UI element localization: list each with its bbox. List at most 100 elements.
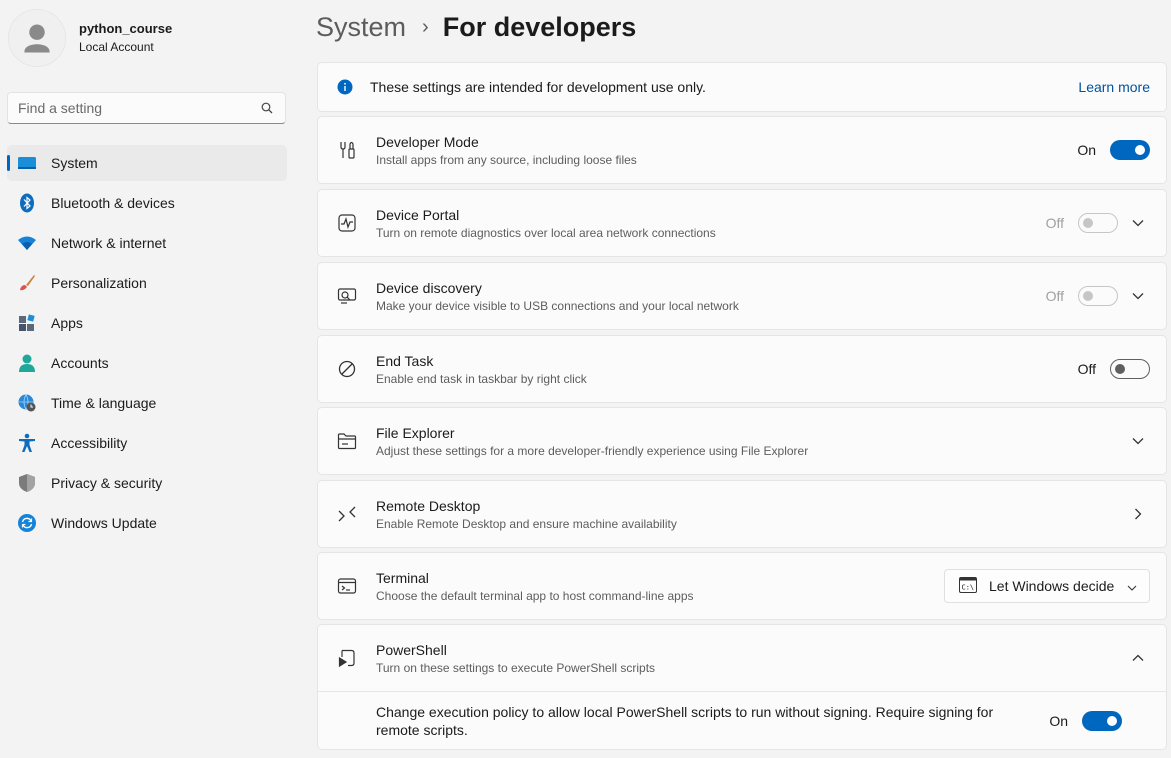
nav-label-bluetooth: Bluetooth & devices: [51, 195, 175, 211]
search-box[interactable]: [7, 92, 286, 124]
execution-policy-row: Change execution policy to allow local P…: [318, 692, 1166, 749]
bluetooth-icon: [17, 193, 37, 213]
accounts-icon: [17, 353, 37, 373]
powershell-title: PowerShell: [376, 641, 447, 658]
sidebar: python_course Local Account System Bluet…: [0, 0, 300, 758]
nav-label-privacy-security: Privacy & security: [51, 475, 163, 491]
accessibility-icon: [17, 433, 37, 453]
svg-text:C:\: C:\: [962, 583, 975, 591]
avatar[interactable]: [8, 9, 66, 67]
wifi-icon: [17, 233, 37, 253]
nav-label-time-language: Time & language: [51, 395, 157, 411]
account-type: Local Account: [79, 40, 154, 54]
nav-item-accounts[interactable]: Accounts: [7, 345, 287, 381]
nav-item-bluetooth[interactable]: Bluetooth & devices: [7, 185, 287, 221]
nav-label-accessibility: Accessibility: [51, 435, 128, 451]
execution-policy-toggle[interactable]: [1082, 710, 1122, 731]
developer-mode-state: On: [1077, 142, 1096, 158]
info-icon: [334, 76, 356, 98]
device-portal-subtitle: Turn on remote diagnostics over local ar…: [376, 225, 716, 240]
nav-label-personalization: Personalization: [51, 275, 147, 291]
brush-icon: [17, 273, 37, 293]
shield-icon: [17, 473, 37, 493]
info-text: These settings are intended for developm…: [370, 79, 706, 95]
remote-desktop-subtitle: Enable Remote Desktop and ensure machine…: [376, 516, 677, 531]
page-title: For developers: [442, 11, 637, 42]
powershell-card: PowerShell Turn on these settings to exe…: [317, 624, 1167, 750]
terminal-app-dropdown[interactable]: C:\ Let Windows decide: [944, 569, 1150, 603]
device-discovery-title: Device discovery: [376, 279, 482, 296]
nav-item-apps[interactable]: Apps: [7, 305, 287, 341]
pulse-monitor-icon: [336, 212, 358, 234]
execution-policy-state: On: [1049, 712, 1068, 729]
developer-mode-subtitle: Install apps from any source, including …: [376, 152, 637, 167]
remote-desktop-icon: [336, 503, 358, 525]
update-icon: [17, 513, 37, 533]
execution-policy-text: Change execution policy to allow local P…: [376, 703, 994, 738]
info-banner: These settings are intended for developm…: [317, 62, 1167, 112]
chevron-down-icon: [1127, 578, 1137, 594]
device-discovery-subtitle: Make your device visible to USB connecti…: [376, 298, 739, 313]
search-icon[interactable]: [259, 100, 275, 116]
chevron-down-icon[interactable]: [1126, 211, 1150, 235]
device-portal-card[interactable]: Device Portal Turn on remote diagnostics…: [317, 189, 1167, 257]
developer-tools-icon: [336, 139, 358, 161]
user-name: python_course: [79, 21, 173, 36]
end-task-card: End Task Enable end task in taskbar by r…: [317, 335, 1167, 403]
nav-label-windows-update: Windows Update: [51, 515, 157, 531]
end-task-state: Off: [1077, 361, 1096, 377]
terminal-subtitle: Choose the default terminal app to host …: [376, 588, 694, 603]
globe-clock-icon: [17, 393, 37, 413]
chevron-down-icon[interactable]: [1126, 284, 1150, 308]
chevron-down-icon[interactable]: [1126, 429, 1150, 453]
block-icon: [336, 358, 358, 380]
remote-desktop-card[interactable]: Remote Desktop Enable Remote Desktop and…: [317, 480, 1167, 548]
end-task-subtitle: Enable end task in taskbar by right clic…: [376, 371, 587, 386]
nav-label-network: Network & internet: [51, 235, 167, 251]
powershell-subtitle: Turn on these settings to execute PowerS…: [376, 660, 656, 675]
developer-mode-card: Developer Mode Install apps from any sou…: [317, 116, 1167, 184]
end-task-title: End Task: [376, 352, 434, 369]
powershell-icon: [336, 647, 358, 669]
command-prompt-icon: C:\: [959, 576, 977, 596]
user-profile[interactable]: python_course Local Account: [8, 9, 172, 67]
nav-item-time-language[interactable]: Time & language: [7, 385, 287, 421]
nav-item-system[interactable]: System: [7, 145, 287, 181]
chevron-right-icon[interactable]: [1126, 502, 1150, 526]
powershell-header[interactable]: PowerShell Turn on these settings to exe…: [318, 625, 1166, 691]
search-input[interactable]: [18, 100, 259, 116]
nav-item-privacy-security[interactable]: Privacy & security: [7, 465, 287, 501]
device-search-icon: [336, 285, 358, 307]
file-explorer-card[interactable]: File Explorer Adjust these settings for …: [317, 407, 1167, 475]
system-icon: [17, 153, 37, 173]
device-discovery-card[interactable]: Device discovery Make your device visibl…: [317, 262, 1167, 330]
breadcrumb-parent[interactable]: System: [316, 12, 406, 43]
nav-list: System Bluetooth & devices Network & int…: [7, 145, 287, 545]
device-portal-state: Off: [1045, 215, 1064, 231]
device-discovery-state: Off: [1045, 288, 1064, 304]
breadcrumb-separator: ›: [422, 15, 429, 38]
breadcrumb: System › For developers: [316, 8, 636, 46]
device-portal-title: Device Portal: [376, 206, 460, 223]
device-discovery-toggle[interactable]: [1078, 286, 1118, 306]
developer-mode-title: Developer Mode: [376, 133, 479, 150]
terminal-card: Terminal Choose the default terminal app…: [317, 552, 1167, 620]
learn-more-link[interactable]: Learn more: [1078, 79, 1150, 95]
nav-item-personalization[interactable]: Personalization: [7, 265, 287, 301]
nav-item-network[interactable]: Network & internet: [7, 225, 287, 261]
terminal-title: Terminal: [376, 569, 429, 586]
nav-item-accessibility[interactable]: Accessibility: [7, 425, 287, 461]
apps-icon: [17, 313, 37, 333]
file-explorer-title: File Explorer: [376, 424, 455, 441]
nav-label-system: System: [51, 155, 98, 171]
end-task-toggle[interactable]: [1110, 359, 1150, 379]
nav-label-accounts: Accounts: [51, 355, 109, 371]
folder-icon: [336, 430, 358, 452]
terminal-selected-value: Let Windows decide: [989, 578, 1115, 594]
developer-mode-toggle[interactable]: [1110, 140, 1150, 160]
device-portal-toggle[interactable]: [1078, 213, 1118, 233]
terminal-icon: [336, 575, 358, 597]
chevron-up-icon[interactable]: [1126, 646, 1150, 670]
remote-desktop-title: Remote Desktop: [376, 497, 481, 514]
nav-item-windows-update[interactable]: Windows Update: [7, 505, 287, 541]
